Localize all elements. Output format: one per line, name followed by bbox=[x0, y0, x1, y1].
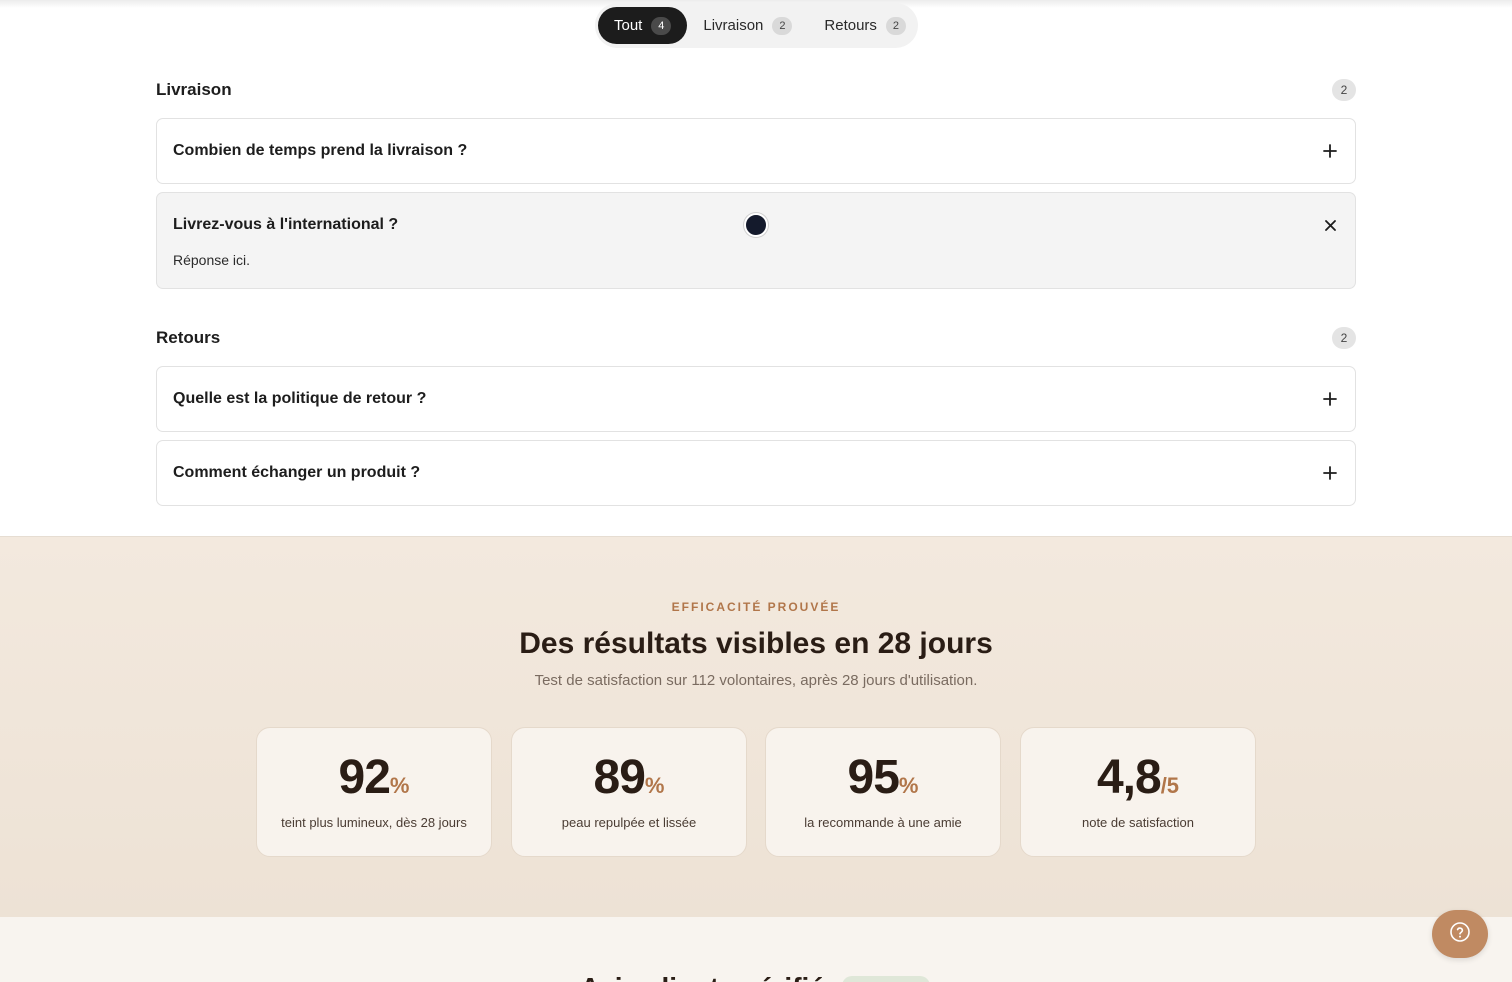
cursor-indicator bbox=[744, 213, 768, 237]
stat-value-wrap: 4,8/5 bbox=[1021, 750, 1255, 805]
tab-tout[interactable]: Tout 4 bbox=[598, 7, 688, 44]
stat-unit: % bbox=[644, 773, 665, 798]
section-title: Des résultats visibles en 28 jours bbox=[519, 627, 993, 660]
tab-livraison[interactable]: Livraison 2 bbox=[687, 7, 808, 44]
faq-question: Comment échanger un produit ? bbox=[173, 464, 421, 481]
stat-label: teint plus lumineux, dès 28 jours bbox=[281, 815, 467, 830]
group-title: Retours bbox=[156, 328, 221, 347]
stat-card: 89% peau repulpée et lissée bbox=[511, 727, 747, 857]
question-circle-icon bbox=[1449, 921, 1471, 948]
tab-retours[interactable]: Retours 2 bbox=[808, 7, 922, 44]
verified-badge bbox=[842, 976, 930, 982]
stat-value: 89 bbox=[593, 751, 646, 804]
tab-count-badge: 4 bbox=[651, 16, 672, 35]
plus-icon[interactable] bbox=[1321, 142, 1339, 160]
section-subtitle: Test de satisfaction sur 112 volontaires… bbox=[534, 672, 978, 689]
group-header-retours: Retours 2 bbox=[156, 326, 1356, 350]
group-header-livraison: Livraison 2 bbox=[156, 78, 1356, 102]
reviews-title: Avis clients vérifiés bbox=[580, 972, 840, 982]
help-button[interactable] bbox=[1432, 910, 1488, 958]
stat-card: 4,8/5 note de satisfaction bbox=[1020, 727, 1256, 857]
section-eyebrow: EFFICACITÉ PROUVÉE bbox=[671, 600, 841, 614]
tab-label: Tout bbox=[614, 17, 643, 34]
faq-item[interactable]: Comment échanger un produit ? bbox=[156, 440, 1356, 506]
faq-question-row[interactable]: Combien de temps prend la livraison ? bbox=[157, 119, 1355, 183]
tab-label: Retours bbox=[824, 17, 877, 34]
faq-question: Quelle est la politique de retour ? bbox=[173, 390, 427, 407]
stat-label: note de satisfaction bbox=[1081, 815, 1195, 830]
stat-card: 95% la recommande à une amie bbox=[765, 727, 1001, 857]
faq-question-row[interactable]: Comment échanger un produit ? bbox=[157, 441, 1355, 505]
group-count-badge: 2 bbox=[1332, 79, 1356, 101]
group-count-badge: 2 bbox=[1332, 327, 1356, 349]
stat-value: 92 bbox=[338, 751, 391, 804]
stat-value-wrap: 95% bbox=[766, 750, 1000, 805]
results-section: EFFICACITÉ PROUVÉE Des résultats visible… bbox=[0, 536, 1512, 917]
filter-tabs: Tout 4 Livraison 2 Retours 2 bbox=[595, 3, 918, 48]
stat-label: peau repulpée et lissée bbox=[561, 815, 697, 830]
stat-value: 95 bbox=[847, 751, 900, 804]
stat-card: 92% teint plus lumineux, dès 28 jours bbox=[256, 727, 492, 857]
plus-icon[interactable] bbox=[1321, 390, 1339, 408]
tab-label: Livraison bbox=[703, 17, 764, 34]
group-title: Livraison bbox=[156, 80, 232, 99]
tab-count-badge: 2 bbox=[885, 16, 906, 35]
faq-answer: Réponse ici. bbox=[173, 252, 251, 268]
stat-unit: /5 bbox=[1160, 773, 1180, 798]
faq-question: Livrez-vous à l'international ? bbox=[173, 216, 399, 233]
stat-unit: % bbox=[389, 773, 410, 798]
faq-question: Combien de temps prend la livraison ? bbox=[173, 142, 468, 159]
stat-unit: % bbox=[898, 773, 919, 798]
tab-count-badge: 2 bbox=[772, 16, 793, 35]
plus-icon[interactable] bbox=[1321, 464, 1339, 482]
stat-value: 4,8 bbox=[1096, 751, 1162, 804]
faq-item[interactable]: Quelle est la politique de retour ? bbox=[156, 366, 1356, 432]
faq-item[interactable]: Combien de temps prend la livraison ? bbox=[156, 118, 1356, 184]
reviews-section: Avis clients vérifiés bbox=[0, 917, 1512, 982]
faq-question-row[interactable]: Quelle est la politique de retour ? bbox=[157, 367, 1355, 431]
stat-value-wrap: 92% bbox=[257, 750, 491, 805]
faq-item-open[interactable]: Livrez-vous à l'international ? Réponse … bbox=[156, 192, 1356, 289]
stat-label: la recommande à une amie bbox=[804, 815, 962, 830]
stat-value-wrap: 89% bbox=[512, 750, 746, 805]
close-icon[interactable] bbox=[1321, 216, 1339, 234]
